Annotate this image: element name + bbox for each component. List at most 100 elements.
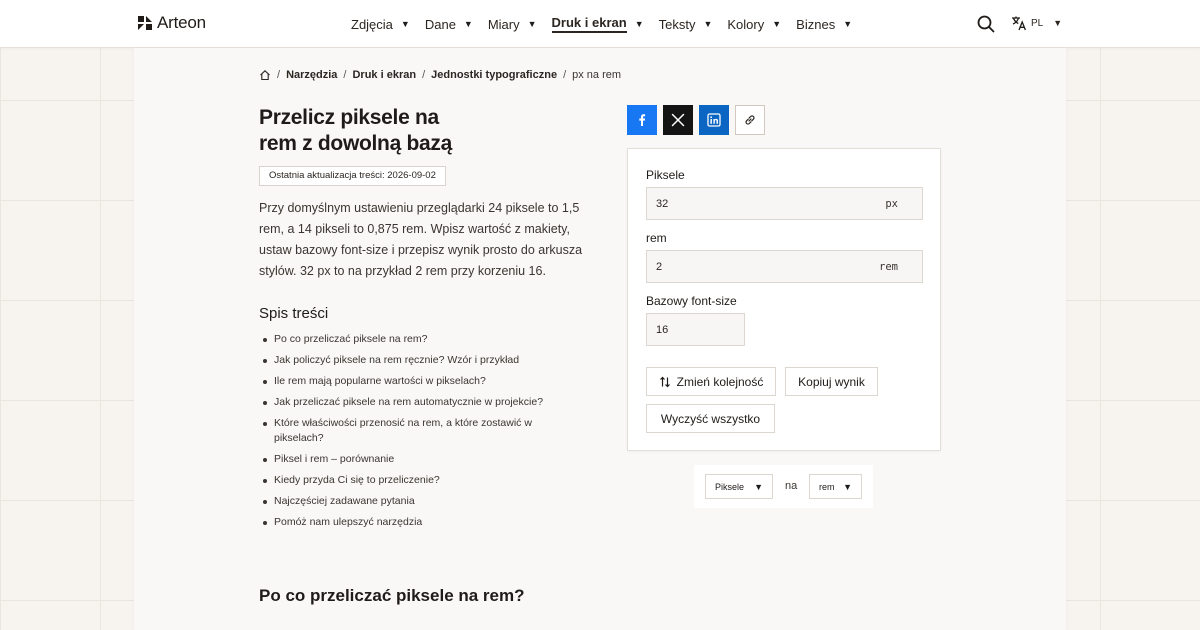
rem-field[interactable]: rem: [646, 250, 923, 283]
clear-all-label: Wyczyść wszystko: [660, 411, 761, 426]
logo-mark-icon: [138, 16, 152, 30]
pixels-unit: px: [885, 197, 898, 210]
nav-item-label: Druk i ekran: [551, 15, 627, 33]
x-icon: [671, 113, 685, 127]
breadcrumb-separator: /: [343, 69, 347, 81]
toc-item: Jak przeliczać piksele na rem automatycz…: [262, 395, 582, 410]
swap-order-button[interactable]: Zmień kolejność: [646, 367, 776, 396]
nav-item-druk-i-ekran[interactable]: Druk i ekran ▼: [551, 15, 644, 33]
toc-item: Ile rem mają popularne wartości w piksel…: [262, 374, 582, 389]
caret-down-icon: ▼: [1053, 18, 1063, 28]
nav-item-kolory[interactable]: Kolory ▼: [727, 17, 781, 32]
swap-order-label: Zmień kolejność: [676, 374, 764, 389]
nav-item-teksty[interactable]: Teksty ▼: [659, 17, 713, 32]
breadcrumb-narzedzia[interactable]: Narzędzia: [286, 69, 337, 81]
caret-down-icon: ▼: [843, 481, 852, 492]
last-updated-badge: Ostatnia aktualizacja treści: 2026-09-02: [259, 166, 446, 186]
unit-selector: Piksele ▼ na rem ▼: [694, 465, 873, 508]
nav-item-label: Biznes: [796, 16, 836, 32]
toc-item: Jak policzyć piksele na rem ręcznie? Wzó…: [262, 353, 582, 368]
toc-link[interactable]: Piksel i rem – porównanie: [274, 453, 394, 465]
toc-link[interactable]: Jak policzyć piksele na rem ręcznie? Wzó…: [274, 354, 519, 366]
to-unit-value: rem: [819, 481, 835, 492]
rem-unit: rem: [879, 260, 898, 273]
section-heading: Po co przeliczać piksele na rem?: [259, 586, 525, 605]
page-title-line-2: rem z dowolną bazą: [259, 132, 452, 155]
toc-link[interactable]: Najczęściej zadawane pytania: [274, 495, 415, 507]
toc-link[interactable]: Jak przeliczać piksele na rem automatycz…: [274, 396, 543, 408]
breadcrumb-jednostki[interactable]: Jednostki typograficzne: [431, 69, 557, 81]
pixels-input[interactable]: [656, 188, 806, 219]
page-title: Przelicz piksele na rem z dowolną bazą: [259, 105, 559, 157]
toc-link[interactable]: Ile rem mają popularne wartości w piksel…: [274, 375, 486, 387]
intro-paragraph: Przy domyślnym ustawieniu przeglądarki 2…: [259, 201, 583, 278]
search-icon: [977, 15, 995, 33]
base-font-size-input[interactable]: [656, 314, 736, 345]
main-nav: Zdjęcia ▼ Dane ▼ Miary ▼ Druk i ekran ▼ …: [351, 15, 867, 33]
nav-item-miary[interactable]: Miary ▼: [488, 17, 537, 32]
brand-name: Arteon: [157, 13, 206, 32]
breadcrumb-current: px na rem: [572, 69, 622, 81]
nav-item-label: Zdjęcia: [351, 16, 393, 32]
caret-down-icon: ▼: [463, 19, 473, 29]
caret-down-icon: ▼: [527, 19, 537, 29]
share-x-button[interactable]: [663, 105, 693, 135]
to-unit-select[interactable]: rem ▼: [809, 474, 862, 499]
share-buttons: [627, 105, 765, 135]
language-switcher[interactable]: PL ▼: [1011, 15, 1062, 31]
base-font-size-field[interactable]: [646, 313, 745, 346]
nav-item-zdjecia[interactable]: Zdjęcia ▼: [351, 17, 410, 32]
nav-item-label: Kolory: [727, 16, 765, 32]
caret-down-icon: ▼: [772, 19, 782, 29]
share-linkedin-button[interactable]: [699, 105, 729, 135]
toc-link[interactable]: Pomóż nam ulepszyć narzędzia: [274, 516, 422, 528]
linkedin-icon: [707, 113, 721, 127]
toc-title: Spis treści: [259, 305, 329, 322]
unit-connector: na: [785, 480, 798, 492]
facebook-icon: [639, 114, 646, 126]
brand-logo[interactable]: Arteon: [137, 13, 206, 33]
from-unit-value: Piksele: [715, 481, 745, 492]
nav-item-dane[interactable]: Dane ▼: [425, 17, 473, 32]
copy-result-button[interactable]: Kopiuj wynik: [785, 367, 878, 396]
toc-item: Które właściwości przenosić na rem, a kt…: [262, 416, 582, 446]
base-font-size-label: Bazowy font-size: [646, 294, 737, 308]
toc-link[interactable]: Po co przeliczać piksele na rem?: [274, 333, 428, 345]
nav-item-label: Teksty: [658, 16, 696, 32]
breadcrumb: / Narzędzia / Druk i ekran / Jednostki t…: [259, 69, 621, 81]
caret-down-icon: ▼: [703, 19, 713, 29]
caret-down-icon: ▼: [754, 481, 763, 492]
copy-result-label: Kopiuj wynik: [798, 374, 865, 389]
converter-card: Piksele px rem rem Bazowy font-size Zmie…: [627, 148, 941, 451]
toc-item: Najczęściej zadawane pytania: [262, 494, 582, 509]
toc-item: Pomóż nam ulepszyć narzędzia: [262, 515, 582, 530]
table-of-contents: Po co przeliczać piksele na rem? Jak pol…: [262, 332, 582, 536]
pixels-label: Piksele: [646, 168, 685, 182]
breadcrumb-separator: /: [422, 69, 426, 81]
caret-down-icon: ▼: [400, 19, 410, 29]
toc-link[interactable]: Które właściwości przenosić na rem, a kt…: [274, 417, 532, 444]
clear-all-button[interactable]: Wyczyść wszystko: [646, 404, 775, 433]
breadcrumb-separator: /: [277, 69, 281, 81]
nav-item-biznes[interactable]: Biznes ▼: [796, 17, 852, 32]
nav-item-label: Dane: [424, 16, 456, 32]
rem-input[interactable]: [656, 251, 806, 282]
top-bar: Arteon Zdjęcia ▼ Dane ▼ Miary ▼ Druk i e…: [0, 0, 1200, 48]
breadcrumb-druk-i-ekran[interactable]: Druk i ekran: [352, 69, 416, 81]
home-icon[interactable]: [259, 69, 271, 81]
copy-link-button[interactable]: [735, 105, 765, 135]
toc-item: Po co przeliczać piksele na rem?: [262, 332, 582, 347]
translate-icon: [1012, 16, 1027, 31]
from-unit-select[interactable]: Piksele ▼: [705, 474, 773, 499]
link-icon: [745, 115, 755, 125]
toc-link[interactable]: Kiedy przyda Ci się to przeliczenie?: [274, 474, 440, 486]
caret-down-icon: ▼: [634, 19, 644, 29]
search-button[interactable]: [977, 15, 995, 33]
nav-item-label: Miary: [487, 16, 520, 32]
page-title-line-1: Przelicz piksele na: [259, 106, 439, 129]
language-code: PL: [1031, 17, 1044, 29]
pixels-field[interactable]: px: [646, 187, 923, 220]
share-facebook-button[interactable]: [627, 105, 657, 135]
caret-down-icon: ▼: [843, 19, 853, 29]
toc-item: Kiedy przyda Ci się to przeliczenie?: [262, 473, 582, 488]
